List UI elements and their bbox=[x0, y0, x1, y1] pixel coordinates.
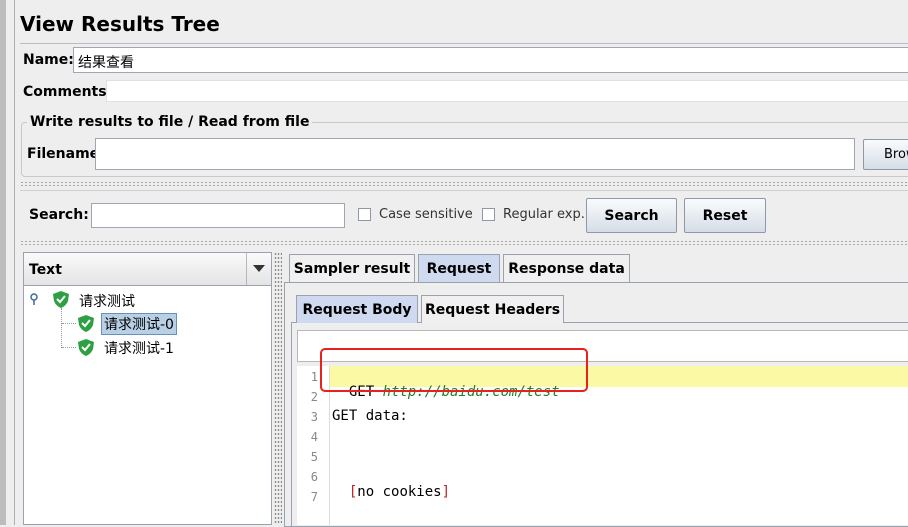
renderer-select[interactable]: Text bbox=[23, 252, 272, 286]
tree-item-label: 请求测试-0 bbox=[104, 317, 174, 333]
line-number: 3 bbox=[310, 410, 318, 424]
splitter-dots-bottom[interactable] bbox=[20, 240, 908, 246]
filename-input[interactable] bbox=[95, 138, 855, 170]
code-line-6: [no cookies] bbox=[332, 468, 450, 500]
line-number: 4 bbox=[310, 430, 318, 444]
title-divider bbox=[20, 43, 908, 44]
browse-button-label: Brow bbox=[884, 147, 908, 162]
code-text: no cookies bbox=[357, 484, 442, 500]
chevron-down-icon bbox=[253, 265, 265, 272]
file-section-title: Write results to file / Read from file bbox=[27, 114, 313, 130]
code-line-3: GET data: bbox=[332, 408, 408, 424]
tree-root-toggle-icon[interactable] bbox=[28, 293, 40, 305]
annotation-box bbox=[320, 348, 588, 392]
case-sensitive-checkbox[interactable] bbox=[358, 208, 371, 221]
line-number: 2 bbox=[310, 390, 318, 404]
name-field-value: 结果查看 bbox=[78, 55, 134, 71]
renderer-select-value: Text bbox=[29, 262, 62, 278]
tab-request-body[interactable]: Request Body bbox=[296, 295, 418, 323]
search-button[interactable]: Search bbox=[586, 198, 677, 233]
reset-button-label: Reset bbox=[702, 207, 748, 224]
tree-item-selected[interactable]: 请求测试-0 bbox=[101, 313, 177, 335]
case-sensitive-label: Case sensitive bbox=[379, 207, 473, 222]
success-shield-icon bbox=[53, 291, 69, 308]
success-shield-icon bbox=[78, 315, 94, 332]
search-button-label: Search bbox=[604, 207, 659, 224]
line-number: 5 bbox=[310, 450, 318, 464]
filename-label: Filename bbox=[27, 146, 100, 162]
splitter-dots-top[interactable] bbox=[20, 181, 908, 187]
tab-sampler-result[interactable]: Sampler result bbox=[289, 254, 415, 282]
tab-label: Sampler result bbox=[293, 260, 411, 277]
comments-field[interactable] bbox=[106, 80, 908, 102]
line-number: 7 bbox=[310, 490, 318, 504]
search-input[interactable] bbox=[91, 203, 345, 228]
tab-label: Request bbox=[426, 260, 492, 277]
name-label: Name: bbox=[23, 52, 74, 68]
browse-button[interactable]: Brow bbox=[863, 139, 908, 170]
tree-item-label: 请求测试-1 bbox=[104, 341, 174, 357]
tree-root-label[interactable]: 请求测试 bbox=[79, 291, 135, 311]
tab-label: Request Body bbox=[302, 301, 412, 318]
tree-connector-h0 bbox=[62, 323, 76, 325]
window-left-border bbox=[14, 0, 15, 525]
line-number: 6 bbox=[310, 470, 318, 484]
renderer-dropdown-button[interactable] bbox=[246, 253, 271, 285]
page-title: View Results Tree bbox=[20, 12, 220, 36]
code-bracket: ] bbox=[441, 484, 451, 500]
tree-connector-h1 bbox=[62, 347, 76, 349]
regex-checkbox[interactable] bbox=[482, 208, 495, 221]
line-number: 1 bbox=[310, 370, 318, 384]
tree-item[interactable]: 请求测试-1 bbox=[104, 338, 174, 358]
success-shield-icon bbox=[78, 339, 94, 356]
tab-request[interactable]: Request bbox=[418, 254, 500, 282]
search-label: Search: bbox=[29, 207, 89, 223]
reset-button[interactable]: Reset bbox=[684, 198, 766, 233]
window-left-edge bbox=[0, 0, 6, 525]
comments-label: Comments: bbox=[23, 84, 113, 100]
name-field[interactable]: 结果查看 bbox=[73, 47, 908, 73]
regex-label: Regular exp. bbox=[503, 207, 585, 222]
tab-response-data[interactable]: Response data bbox=[503, 254, 630, 282]
vertical-splitter[interactable] bbox=[274, 252, 282, 525]
tab-label: Request Headers bbox=[424, 301, 561, 318]
tab-label: Response data bbox=[508, 260, 625, 277]
tab-request-headers[interactable]: Request Headers bbox=[421, 295, 564, 323]
tree-connector bbox=[61, 308, 63, 348]
